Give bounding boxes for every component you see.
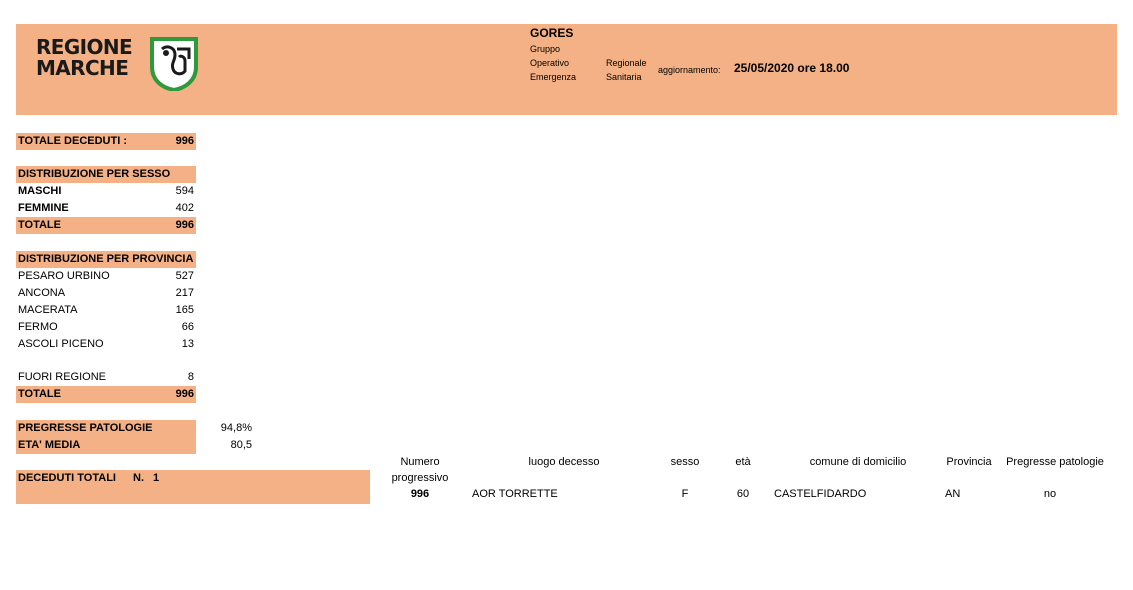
header-numero-line1: Numero [400, 456, 440, 468]
row-provincia: AN [945, 488, 961, 500]
femmine-label: FEMMINE [18, 202, 69, 214]
provincia-row-value: 527 [175, 270, 194, 282]
header-col1-line2: Operativo [530, 58, 570, 68]
maschi-label: MASCHI [18, 185, 62, 197]
logo-line-1: REGIONE [36, 35, 133, 59]
pregresse-patologie-label: PREGRESSE PATOLOGIE [18, 422, 153, 434]
provincia-totale-value: 996 [175, 388, 194, 400]
provincia-row-label: ASCOLI PICENO [18, 338, 104, 350]
sesso-totale-label: TOTALE [18, 219, 61, 231]
deceduti-totali-n-value: 1 [153, 472, 160, 484]
header-numero-line2: progressivo [391, 472, 449, 484]
provincia-row-value: 165 [175, 304, 194, 316]
provincia-row-label: MACERATA [18, 304, 78, 316]
pregresse-patologie-value: 94,8% [220, 422, 252, 434]
provincia-title: DISTRIBUZIONE PER PROVINCIA [18, 253, 194, 265]
logo-line-2: MARCHE [36, 56, 129, 80]
update-date: 25/05/2020 ore 18.00 [734, 61, 850, 75]
header-col2-line2: Sanitaria [606, 72, 642, 82]
provincia-row-value: 13 [181, 338, 194, 350]
provincia-row-label: PESARO URBINO [18, 270, 110, 282]
provincia-row-label: ANCONA [18, 287, 66, 299]
header-title: GORES [530, 26, 574, 40]
header-luogo-decesso: luogo decesso [528, 456, 600, 468]
header-col1-line1: Gruppo [530, 44, 561, 54]
row-comune-domicilio: CASTELFIDARDO [774, 488, 867, 500]
fuori-regione-value: 8 [187, 371, 194, 383]
sesso-totale-value: 996 [175, 219, 194, 231]
row-eta: 60 [736, 488, 750, 500]
eta-media-label: ETA' MEDIA [18, 439, 81, 451]
header-pregresse-patologie: Pregresse patologie [1006, 456, 1104, 468]
totale-deceduti-label: TOTALE DECEDUTI : [18, 135, 127, 147]
sesso-title: DISTRIBUZIONE PER SESSO [18, 168, 171, 180]
header-col1-line3: Emergenza [530, 72, 577, 82]
update-label: aggiornamento: [658, 65, 721, 75]
header-eta: età [735, 456, 751, 468]
eta-media-value: 80,5 [230, 439, 252, 451]
totale-deceduti-value: 996 [175, 135, 194, 147]
header-sesso: sesso [670, 456, 700, 468]
regione-marche-shield-icon [150, 37, 198, 91]
femmine-value: 402 [175, 202, 194, 214]
header-col2-line1: Regionale [606, 58, 647, 68]
row-luogo-decesso: AOR TORRETTE [472, 488, 558, 500]
logo-text: REGIONE MARCHE [36, 35, 133, 80]
header-comune-domicilio: comune di domicilio [809, 456, 907, 468]
provincia-row-value: 217 [175, 287, 194, 299]
provincia-row-label: FERMO [18, 321, 58, 333]
provincia-totale-label: TOTALE [18, 388, 61, 400]
header-provincia: Provincia [946, 456, 992, 468]
fuori-regione-label: FUORI REGIONE [18, 371, 107, 383]
deceduti-totali-band-2 [16, 487, 370, 504]
row-sesso: F [681, 488, 689, 500]
provincia-row-value: 66 [181, 321, 194, 333]
row-pregresse-patologie: no [1043, 488, 1057, 500]
row-numero: 996 [410, 488, 430, 500]
deceduti-totali-label: DECEDUTI TOTALI [18, 472, 116, 484]
regione-marche-logo: REGIONE MARCHE [36, 37, 201, 91]
maschi-value: 594 [175, 185, 194, 197]
deceduti-totali-n-label: N. [133, 472, 144, 484]
